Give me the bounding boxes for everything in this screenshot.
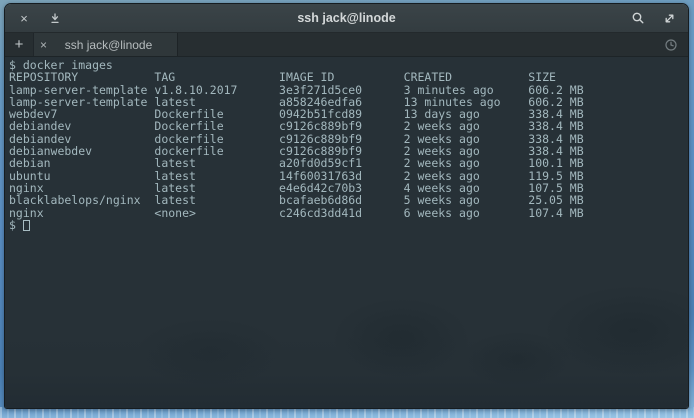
search-icon[interactable]: [631, 11, 645, 25]
terminal-output: $ docker images REPOSITORY TAG IMAGE ID …: [9, 59, 684, 231]
titlebar[interactable]: × ssh jack@linode: [5, 4, 688, 33]
window-title: ssh jack@linode: [5, 4, 688, 32]
history-clock-icon[interactable]: [654, 33, 688, 56]
terminal-cursor: [23, 220, 30, 231]
desktop-wallpaper: × ssh jack@linode: [0, 0, 694, 418]
tab-close-icon[interactable]: ×: [40, 39, 56, 51]
tab-ssh-session[interactable]: × ssh jack@linode: [34, 33, 178, 56]
detach-down-arrow-icon[interactable]: [48, 11, 62, 25]
fullscreen-expand-icon[interactable]: [662, 11, 676, 25]
terminal-content-area[interactable]: $ docker images REPOSITORY TAG IMAGE ID …: [5, 57, 688, 408]
titlebar-left-controls: ×: [17, 11, 62, 25]
tabbar-spacer: [178, 33, 654, 56]
titlebar-right-controls: [631, 11, 676, 25]
tabbar: + × ssh jack@linode: [5, 33, 688, 57]
tab-label: ssh jack@linode: [56, 38, 171, 52]
close-icon[interactable]: ×: [17, 11, 31, 25]
terminal-window: × ssh jack@linode: [4, 3, 689, 409]
new-tab-button[interactable]: +: [5, 33, 34, 56]
